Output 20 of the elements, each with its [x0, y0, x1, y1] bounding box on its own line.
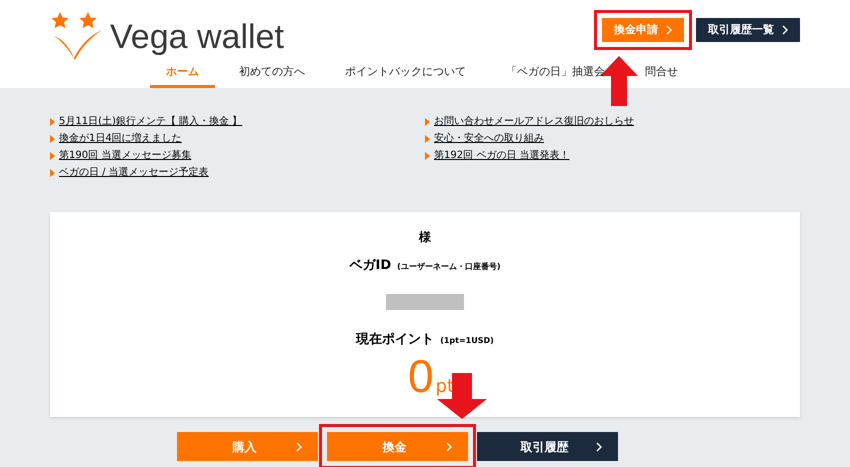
news-link[interactable]: お問い合わせメールアドレス復旧のおしらせ — [434, 114, 634, 129]
nav-tab[interactable]: ポイントバックについて — [329, 60, 482, 88]
news-link[interactable]: 5月11日(土)銀行メンテ【 購入・換金 】 — [59, 114, 242, 129]
points-note: (1pt=1USD) — [440, 334, 494, 346]
news-link[interactable]: 第192回 ベガの日 当選発表！ — [434, 148, 570, 163]
points-value: 0 — [408, 351, 434, 401]
news-link[interactable]: 第190回 当選メッセージ募集 — [59, 148, 192, 163]
logo-text: Vega wallet — [110, 17, 284, 58]
header-button[interactable]: 取引履歴一覧 — [696, 18, 800, 42]
points-label: 現在ポイント — [356, 330, 434, 348]
news-link[interactable]: 換金が1日4回に増えました — [59, 131, 182, 146]
nav-tab[interactable]: 「ベガの日」抽選会 — [490, 60, 621, 88]
news-link[interactable]: ベガの日 / 当選メッセージ予定表 — [59, 165, 209, 180]
nav-tab[interactable]: 問合せ — [629, 60, 694, 88]
action-button[interactable]: 取引履歴 — [477, 432, 618, 461]
news-link[interactable]: 安心・安全への取り組み — [434, 131, 544, 146]
id-label: ベガID — [350, 257, 392, 275]
honorific-text: 様 — [419, 229, 431, 246]
nav-tab[interactable]: 初めての方へ — [223, 60, 321, 88]
id-note: (ユーザーネーム・口座番号) — [397, 261, 500, 273]
